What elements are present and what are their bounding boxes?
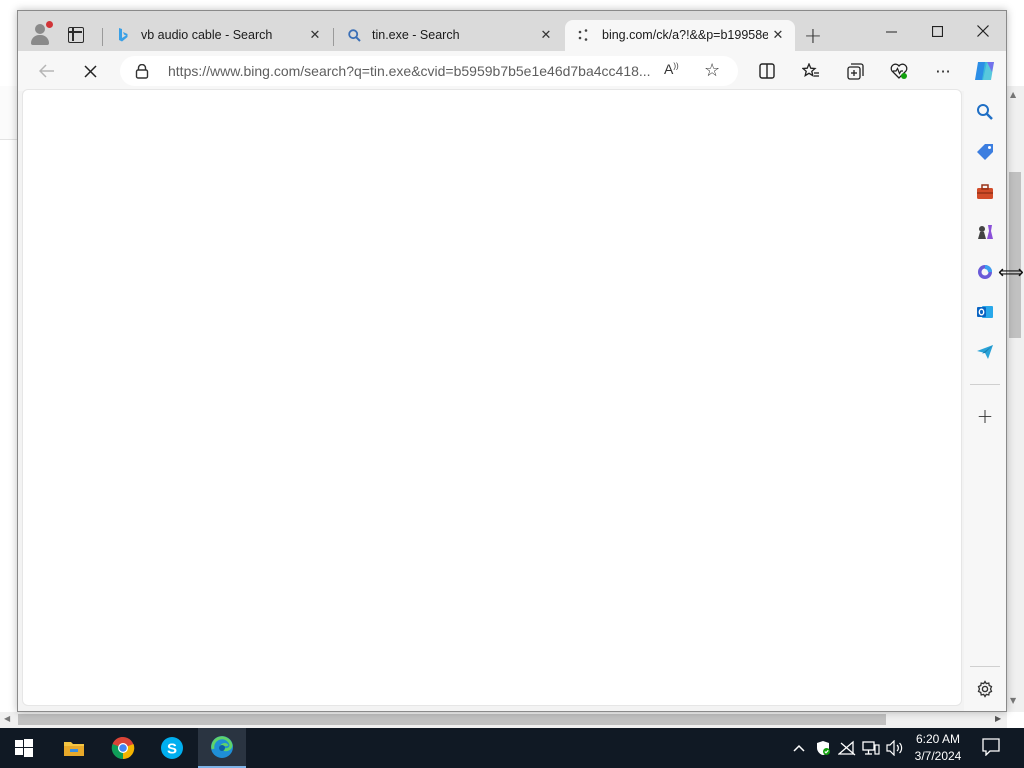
- more-icon[interactable]: ···: [928, 57, 958, 85]
- tab-close-icon[interactable]: ✕: [769, 26, 787, 44]
- tab-tin-exe-search[interactable]: tin.exe - Search ✕: [335, 20, 563, 51]
- search-icon[interactable]: [974, 101, 996, 123]
- clock-date: 3/7/2024: [914, 749, 962, 763]
- skype-icon[interactable]: S: [148, 728, 196, 768]
- resize-cursor-icon: ⟺: [998, 262, 1024, 283]
- drop-icon[interactable]: [974, 341, 996, 363]
- tab-actions-icon[interactable]: [68, 27, 84, 43]
- title-bar: vb audio cable - Search ✕ tin.exe - Sear…: [18, 11, 1006, 51]
- taskbar-clock[interactable]: 6:20 AM 3/7/2024: [906, 731, 970, 765]
- tools-icon[interactable]: [974, 181, 996, 203]
- maximize-button[interactable]: [914, 16, 960, 46]
- tab-separator: [102, 28, 103, 46]
- add-favorite-star-icon[interactable]: ☆: [704, 60, 720, 81]
- browser-essentials-icon[interactable]: [884, 57, 914, 85]
- background-header-strip: [0, 86, 18, 140]
- favorites-icon[interactable]: [796, 57, 826, 85]
- tab-title: tin.exe - Search: [372, 28, 460, 42]
- network-icon[interactable]: [862, 739, 880, 757]
- action-center-icon[interactable]: [982, 738, 1002, 758]
- tab-close-icon[interactable]: ✕: [537, 26, 555, 44]
- horizontal-scroll-thumb[interactable]: [18, 714, 886, 725]
- scroll-right-arrow-icon[interactable]: ▶: [995, 714, 1001, 723]
- url-text[interactable]: https://www.bing.com/search?q=tin.exe&cv…: [168, 63, 658, 79]
- vertical-scroll-thumb[interactable]: [1009, 172, 1021, 338]
- edge-icon[interactable]: [198, 728, 246, 768]
- scroll-down-arrow-icon[interactable]: ▼: [1010, 696, 1016, 705]
- taskbar: S 6:20 AM 3/7/2024: [0, 728, 1024, 768]
- sidebar-divider: [970, 666, 1000, 667]
- url-path: /search?q=tin.exe&cvid=b5959b7b5e1e46d7b…: [300, 63, 651, 79]
- tab-close-icon[interactable]: ✕: [306, 26, 324, 44]
- back-icon[interactable]: [32, 57, 62, 85]
- collections-icon[interactable]: [840, 57, 870, 85]
- add-icon[interactable]: +: [974, 404, 996, 428]
- loading-icon: [577, 28, 591, 42]
- tab-separator: [333, 28, 334, 46]
- scroll-up-arrow-icon[interactable]: ▲: [1010, 90, 1016, 99]
- close-window-button[interactable]: [960, 16, 1006, 46]
- navigation-toolbar: https://www.bing.com/search?q=tin.exe&cv…: [18, 51, 1006, 91]
- minimize-button[interactable]: [868, 16, 914, 46]
- copilot-icon[interactable]: [970, 57, 1000, 85]
- start-icon[interactable]: [0, 728, 48, 768]
- games-icon[interactable]: [974, 221, 996, 243]
- svg-text:S: S: [167, 741, 177, 758]
- tab-bing-redirect[interactable]: bing.com/ck/a?!&&p=b19958e ✕: [565, 20, 795, 51]
- scroll-left-arrow-icon[interactable]: ◀: [4, 714, 10, 723]
- outlook-icon[interactable]: [974, 301, 996, 323]
- bing-icon: [116, 28, 130, 42]
- page-content[interactable]: [22, 89, 962, 706]
- profile-avatar-icon[interactable]: [30, 21, 53, 47]
- read-aloud-icon[interactable]: A)): [664, 61, 679, 77]
- split-screen-icon[interactable]: [752, 57, 782, 85]
- lock-icon[interactable]: [135, 63, 149, 79]
- address-bar[interactable]: https://www.bing.com/search?q=tin.exe&cv…: [120, 56, 738, 86]
- stop-icon[interactable]: [75, 57, 105, 85]
- browser-window: vb audio cable - Search ✕ tin.exe - Sear…: [17, 10, 1007, 712]
- chrome-icon[interactable]: [99, 728, 147, 768]
- tab-title: bing.com/ck/a?!&&p=b19958e: [602, 28, 768, 42]
- search-icon: [347, 28, 361, 42]
- settings-icon[interactable]: [974, 678, 996, 700]
- tab-title: vb audio cable - Search: [141, 28, 273, 42]
- shopping-icon[interactable]: [974, 141, 996, 163]
- url-host: https://www.bing.com: [168, 63, 301, 79]
- clock-time: 6:20 AM: [915, 732, 961, 746]
- show-hidden-icons-icon[interactable]: [790, 739, 808, 757]
- network-disconnected-icon[interactable]: [838, 739, 856, 757]
- volume-icon[interactable]: [886, 739, 904, 757]
- security-shield-icon[interactable]: [814, 739, 832, 757]
- file-explorer-icon[interactable]: [50, 728, 98, 768]
- microsoft365-icon[interactable]: [974, 261, 996, 283]
- new-tab-button[interactable]: +: [801, 24, 825, 49]
- sidebar: +: [964, 91, 1006, 711]
- sidebar-divider: [970, 384, 1000, 385]
- tab-vb-audio-cable[interactable]: vb audio cable - Search ✕: [104, 20, 332, 51]
